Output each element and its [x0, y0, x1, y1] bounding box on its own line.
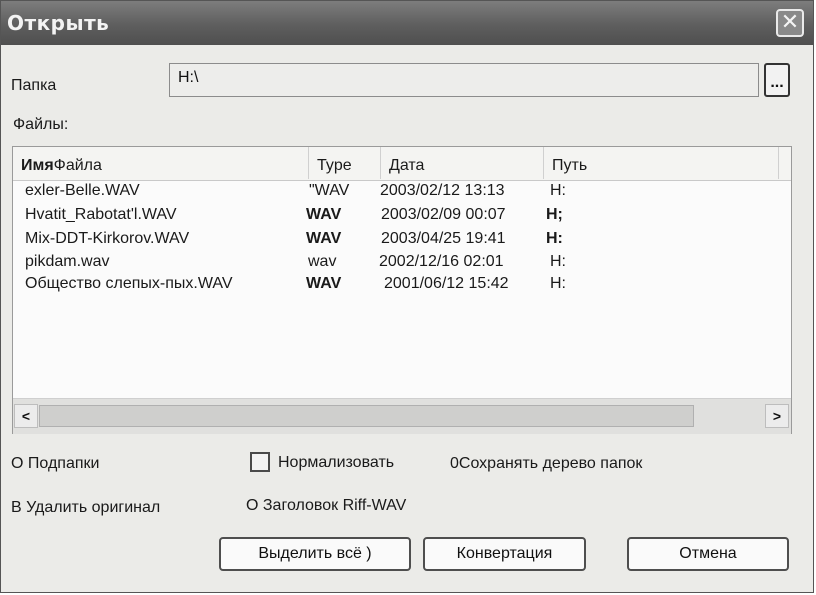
file-name-cell: Mix-DDT-Kirkorov.WAV — [25, 230, 190, 247]
file-name-cell: Hvatit_Rabotat'l.WAV — [25, 206, 177, 223]
column-type[interactable]: Type — [309, 147, 381, 179]
column-name[interactable]: ИмяФайла — [13, 147, 309, 179]
delete-original-option[interactable]: В Удалить оригинал — [11, 499, 160, 517]
normalize-checkbox[interactable] — [250, 452, 270, 472]
convert-button[interactable]: Конвертация — [423, 537, 586, 571]
column-name-bold: Имя — [21, 157, 54, 174]
file-name-cell: exler-Belle.WAV — [25, 182, 140, 199]
file-name-cell: pikdam.wav — [25, 253, 110, 270]
open-dialog: Открыть ✕ Папка H:\ ... Файлы: ИмяФайла … — [0, 0, 814, 593]
file-type-cell: WAV — [306, 206, 342, 223]
table-row[interactable]: pikdam.wav wav 2002/12/16 02:01 H: — [13, 253, 791, 277]
file-date-cell: 2002/12/16 02:01 — [379, 253, 504, 270]
column-date[interactable]: Дата — [381, 147, 544, 179]
horizontal-scrollbar[interactable]: < > — [13, 398, 791, 434]
file-path-cell: H: — [546, 230, 563, 247]
folder-label: Папка — [11, 77, 57, 94]
file-list[interactable]: ИмяФайла Type Дата Путь exler-Belle.WAV … — [12, 146, 792, 434]
column-name-rest: Файла — [53, 157, 102, 174]
files-label: Файлы: — [13, 116, 69, 133]
scroll-thumb[interactable] — [39, 405, 694, 427]
file-path-cell: H; — [546, 206, 563, 223]
keep-tree-option[interactable]: 0Сохранять дерево папок — [450, 455, 642, 473]
file-path-cell: H: — [550, 182, 566, 199]
file-type-cell: "WAV — [309, 182, 350, 199]
table-row[interactable]: exler-Belle.WAV "WAV 2003/02/12 13:13 H: — [13, 182, 791, 206]
file-date-cell: 2003/02/12 13:13 — [380, 182, 505, 199]
file-type-cell: wav — [308, 253, 337, 270]
scroll-right-icon[interactable]: > — [765, 404, 789, 428]
file-date-cell: 2003/02/09 00:07 — [381, 206, 506, 223]
cancel-button[interactable]: Отмена — [627, 537, 789, 571]
folder-path-field[interactable]: H:\ — [169, 63, 759, 97]
file-date-cell: 2003/04/25 19:41 — [381, 230, 506, 247]
riff-header-option[interactable]: О Заголовок Riff-WAV — [246, 497, 406, 515]
table-row[interactable]: Mix-DDT-Kirkorov.WAV WAV 2003/04/25 19:4… — [13, 230, 791, 254]
file-path-cell: H: — [550, 253, 566, 270]
file-path-cell: H: — [550, 275, 566, 292]
table-row[interactable]: Hvatit_Rabotat'l.WAV WAV 2003/02/09 00:0… — [13, 206, 791, 230]
file-date-cell: 2001/06/12 15:42 — [384, 275, 509, 292]
file-type-cell: WAV — [306, 230, 342, 247]
subfolders-option[interactable]: О Подпапки — [11, 455, 99, 473]
file-name-cell: Общество слепых-пых.WAV — [25, 275, 233, 292]
title-bar[interactable]: Открыть ✕ — [1, 1, 813, 45]
column-path[interactable]: Путь — [544, 147, 779, 179]
select-all-button[interactable]: Выделить всё ) — [219, 537, 411, 571]
dialog-title: Открыть — [7, 11, 110, 35]
table-row[interactable]: Общество слепых-пых.WAV WAV 2001/06/12 1… — [13, 275, 791, 299]
close-icon[interactable]: ✕ — [776, 9, 804, 37]
file-type-cell: WAV — [306, 275, 342, 292]
scroll-left-icon[interactable]: < — [14, 404, 38, 428]
browse-button[interactable]: ... — [764, 63, 790, 97]
list-header: ИмяФайла Type Дата Путь — [13, 147, 791, 181]
normalize-label[interactable]: Нормализовать — [278, 454, 394, 472]
